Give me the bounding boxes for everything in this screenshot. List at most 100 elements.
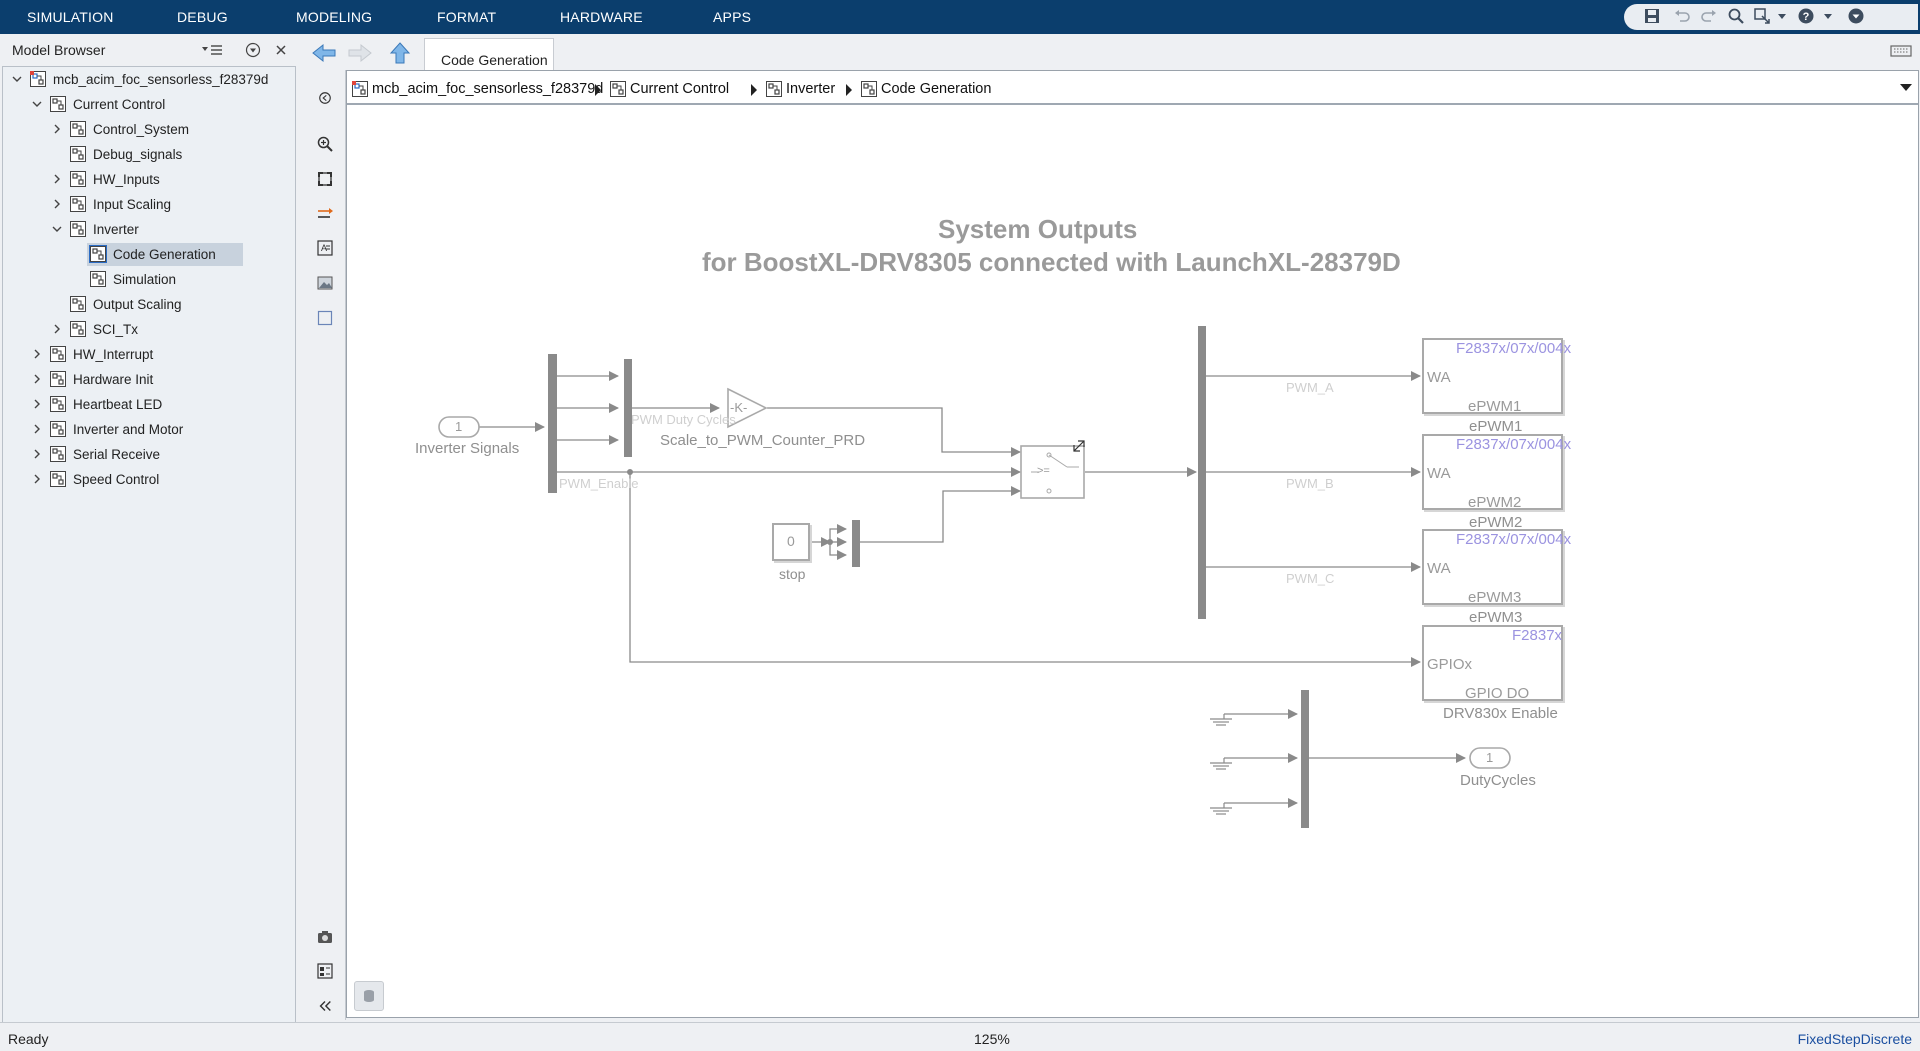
dropdown-icon[interactable] [1816, 4, 1840, 28]
model-browser-title: Model Browser [12, 42, 106, 58]
status-solver-link[interactable]: FixedStepDiscrete [1798, 1031, 1912, 1047]
bus-creator-bar[interactable] [624, 359, 632, 457]
subsystem-icon [50, 446, 66, 462]
area-icon[interactable] [313, 306, 337, 330]
find-icon[interactable] [1724, 4, 1748, 28]
menu-format[interactable]: FORMAT [437, 0, 496, 34]
tab-code-generation[interactable]: Code Generation [424, 38, 554, 70]
subsystem-icon [70, 196, 86, 212]
signal-routing-icon[interactable] [313, 202, 337, 226]
help-icon[interactable]: ? [1794, 4, 1818, 28]
model-hierarchy-tree: mcb_acim_foc_sensorless_f28379d Current C… [2, 66, 296, 1051]
menu-bar: SIMULATION DEBUG MODELING FORMAT HARDWAR… [0, 0, 1920, 34]
model-browser-panel: Model Browser mcb_acim_foc_sensorless_f2… [0, 34, 298, 1051]
signal-label-pwm-a: PWM_A [1286, 380, 1334, 395]
chevron-right-icon[interactable] [51, 323, 63, 335]
tree-item-speed-control[interactable]: Speed Control [3, 467, 295, 492]
tree-item-inverter-and-motor[interactable]: Inverter and Motor [3, 417, 295, 442]
tree-item-label: Speed Control [73, 472, 160, 487]
menu-debug[interactable]: DEBUG [177, 0, 228, 34]
tree-item-hw-inputs[interactable]: HW_Inputs [3, 167, 295, 192]
epwm2-port: WA [1427, 465, 1451, 482]
tree-item-current-control[interactable]: Current Control [3, 92, 295, 117]
diagram-subtitle: for BoostXL-DRV8305 connected with Launc… [702, 247, 1401, 277]
chevron-right-icon[interactable] [31, 348, 43, 360]
menu-apps[interactable]: APPS [713, 0, 751, 34]
outport-label: DutyCycles [1460, 772, 1536, 789]
chevron-right-icon[interactable] [31, 398, 43, 410]
subsystem-icon [50, 371, 66, 387]
chevron-right-icon[interactable] [31, 373, 43, 385]
inport-label: Inverter Signals [415, 440, 520, 457]
minimize-ribbon-icon[interactable] [1844, 4, 1868, 28]
signal-label-pwm-duty-cycles: PWM Duty Cycles [631, 412, 736, 427]
mux-bar[interactable] [852, 520, 860, 567]
chevron-right-icon[interactable] [31, 423, 43, 435]
chevron-down-icon[interactable] [51, 223, 63, 235]
switch-text: >= [1037, 465, 1050, 477]
tree-options-icon[interactable] [200, 41, 224, 59]
tree-item-serial-receive[interactable]: Serial Receive [3, 442, 295, 467]
back-arrow-icon[interactable] [310, 40, 338, 66]
subsystem-icon [89, 245, 107, 263]
tree-item-simulation[interactable]: Simulation [3, 267, 295, 292]
switch-block[interactable] [1020, 445, 1085, 499]
explorer-bar-icon[interactable] [354, 981, 384, 1011]
camera-icon[interactable] [313, 925, 337, 949]
tree-item-debug-signals[interactable]: Debug_signals [3, 142, 295, 167]
tree-item-code-generation[interactable]: Code Generation [3, 242, 295, 267]
image-icon[interactable] [313, 271, 337, 295]
demux-bar[interactable] [548, 354, 557, 493]
zoom-icon[interactable] [313, 132, 337, 156]
tree-item-control-system[interactable]: Control_System [3, 117, 295, 142]
tree-item-input-scaling[interactable]: Input Scaling [3, 192, 295, 217]
tree-item-hw-interrupt[interactable]: HW_Interrupt [3, 342, 295, 367]
breadcrumb-item-current-control[interactable]: Current Control [609, 79, 729, 99]
tree-item-label: Inverter [93, 222, 139, 237]
mux-bar-duty[interactable] [1301, 690, 1309, 828]
chevron-right-icon[interactable] [31, 448, 43, 460]
svg-text:?: ? [1803, 11, 1810, 23]
demux-bar-large[interactable] [1198, 326, 1206, 619]
subsystem-icon [50, 421, 66, 437]
tree-item-inverter[interactable]: Inverter [3, 217, 295, 242]
chevron-right-icon[interactable] [31, 473, 43, 485]
menu-hardware[interactable]: HARDWARE [560, 0, 643, 34]
save-icon[interactable] [1640, 4, 1664, 28]
tree-item-heartbeat-led[interactable]: Heartbeat LED [3, 392, 295, 417]
menu-modeling[interactable]: MODELING [296, 0, 372, 34]
fit-to-view-icon[interactable] [313, 167, 337, 191]
tree-item-output-scaling[interactable]: Output Scaling [3, 292, 295, 317]
tree-item-label: HW_Interrupt [73, 347, 154, 362]
epwm3-port: WA [1427, 560, 1451, 577]
tree-item-mcb-acim-foc-sensorless-f28379d[interactable]: mcb_acim_foc_sensorless_f28379d [3, 67, 295, 92]
dropdown-icon[interactable] [1770, 4, 1794, 28]
breadcrumb-item-code-generation[interactable]: Code Generation [860, 79, 991, 99]
menu-simulation[interactable]: SIMULATION [27, 0, 114, 34]
chevron-right-icon[interactable] [51, 198, 63, 210]
breadcrumb-separator-icon [595, 84, 601, 96]
close-icon[interactable] [272, 41, 290, 59]
subsystem-icon [70, 171, 86, 187]
breadcrumb-item-model[interactable]: mcb_acim_foc_sensorless_f28379d [351, 79, 603, 99]
forward-arrow-icon[interactable] [346, 40, 374, 66]
up-arrow-icon[interactable] [386, 40, 414, 66]
model-canvas[interactable]: mcb_acim_foc_sensorless_f28379d Current … [346, 70, 1919, 1018]
tree-item-sci-tx[interactable]: SCI_Tx [3, 317, 295, 342]
hide-show-browser-icon[interactable] [313, 86, 337, 110]
tree-item-hardware-init[interactable]: Hardware Init [3, 367, 295, 392]
gpio-header: F2837x [1512, 627, 1563, 644]
chevron-down-icon[interactable] [31, 98, 43, 110]
panel-menu-icon[interactable] [244, 41, 262, 59]
model-data-icon[interactable] [313, 959, 337, 983]
annotation-icon[interactable]: A [313, 236, 337, 260]
redo-icon[interactable] [1697, 4, 1721, 28]
chevron-right-icon[interactable] [51, 123, 63, 135]
collapse-palette-icon[interactable] [313, 994, 337, 1018]
chevron-right-icon[interactable] [51, 173, 63, 185]
chevron-down-icon[interactable] [11, 73, 23, 85]
keyboard-icon[interactable] [1890, 44, 1912, 60]
undo-icon[interactable] [1670, 4, 1694, 28]
breadcrumb-item-inverter[interactable]: Inverter [765, 79, 835, 99]
breadcrumb-dropdown-icon[interactable] [1900, 84, 1912, 91]
